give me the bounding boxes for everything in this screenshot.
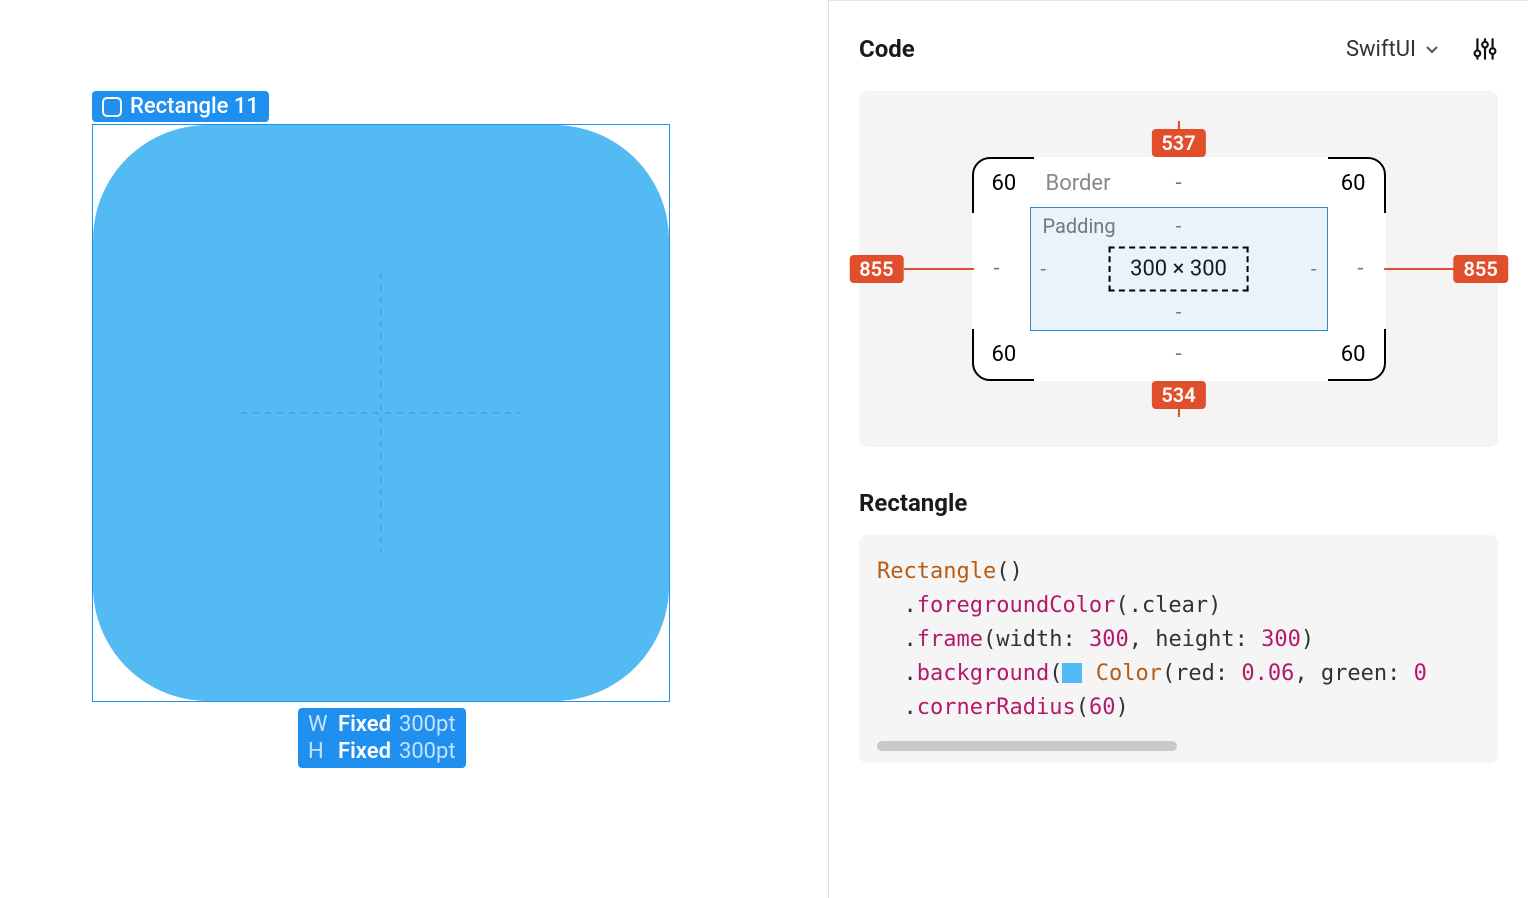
code-token: 0: [1414, 661, 1427, 686]
spacing-line-left: [904, 268, 974, 270]
corner-radius-tl[interactable]: 60: [992, 171, 1017, 196]
border-left-value: -: [994, 257, 1000, 282]
code-token: .: [877, 695, 917, 720]
code-token: (.clear): [1115, 593, 1221, 618]
settings-sliders-icon[interactable]: [1472, 36, 1498, 62]
code-token: 300: [1089, 627, 1129, 652]
padding-bottom: -: [1176, 300, 1182, 324]
box-model-section: Border - - - - 60 60 60 60 Padding - - -…: [859, 91, 1498, 447]
panel-title: Code: [859, 35, 915, 63]
border-label: Border: [1046, 171, 1111, 196]
code-token: (: [1076, 695, 1089, 720]
inspector-panel: Code SwiftUI Border - - - - 60 60: [828, 0, 1528, 898]
code-token: Rectangle: [877, 559, 996, 584]
code-token: (width:: [983, 627, 1089, 652]
spacing-top: 537: [1151, 129, 1205, 157]
code-token: , height:: [1129, 627, 1261, 652]
height-letter: H: [308, 739, 330, 764]
height-value: 300pt: [399, 739, 456, 764]
box-model-diagram[interactable]: Border - - - - 60 60 60 60 Padding - - -…: [972, 157, 1386, 381]
inspector-header: Code SwiftUI: [829, 0, 1528, 91]
code-token: background: [917, 661, 1049, 686]
code-token: Color: [1096, 661, 1162, 686]
selection-name: Rectangle 11: [130, 94, 259, 119]
code-token: cornerRadius: [917, 695, 1076, 720]
code-token: (red:: [1162, 661, 1241, 686]
code-token: .: [877, 627, 917, 652]
border-bottom-value: -: [1175, 342, 1181, 367]
padding-label: Padding: [1043, 214, 1116, 238]
element-size[interactable]: 300 × 300: [1108, 247, 1249, 292]
corner-radius-bl[interactable]: 60: [992, 342, 1017, 367]
element-name-heading: Rectangle: [829, 471, 1528, 535]
width-letter: W: [308, 712, 330, 737]
code-token: ): [1301, 627, 1314, 652]
padding-right: -: [1311, 257, 1317, 281]
selection-label[interactable]: Rectangle 11: [92, 91, 269, 122]
code-token: .: [877, 593, 917, 618]
rectangle-icon: [102, 97, 122, 117]
border-top-value: -: [1175, 171, 1181, 196]
width-value: 300pt: [399, 712, 456, 737]
code-horizontal-scrollbar[interactable]: [877, 741, 1480, 751]
padding-box[interactable]: Padding - - - - 300 × 300: [1030, 207, 1328, 331]
selected-element-frame[interactable]: [92, 124, 670, 702]
padding-top: -: [1176, 214, 1182, 238]
color-swatch-icon: [1062, 663, 1082, 683]
width-mode: Fixed: [338, 712, 391, 737]
code-token: 60: [1089, 695, 1116, 720]
border-right-value: -: [1357, 257, 1363, 282]
code-token: , green:: [1294, 661, 1413, 686]
code-token: (: [1049, 661, 1062, 686]
code-token: foregroundColor: [917, 593, 1116, 618]
spacing-left: 855: [849, 255, 903, 283]
corner-radius-br[interactable]: 60: [1341, 342, 1366, 367]
chevron-down-icon: [1424, 41, 1440, 57]
code-token: .: [877, 661, 917, 686]
code-token: (): [996, 559, 1023, 584]
rectangle-shape[interactable]: [93, 125, 669, 701]
code-block[interactable]: Rectangle() .foregroundColor(.clear) .fr…: [859, 535, 1498, 763]
spacing-line-right: [1384, 268, 1454, 270]
framework-dropdown[interactable]: SwiftUI: [1346, 37, 1440, 62]
corner-radius-tr[interactable]: 60: [1341, 171, 1366, 196]
dimension-badge: W Fixed 300pt H Fixed 300pt: [298, 708, 466, 768]
height-mode: Fixed: [338, 739, 391, 764]
code-token: frame: [917, 627, 983, 652]
code-token: ): [1115, 695, 1128, 720]
spacing-right: 855: [1454, 255, 1508, 283]
scrollbar-thumb[interactable]: [877, 741, 1177, 751]
spacing-bottom: 534: [1151, 381, 1205, 409]
code-token: 300: [1261, 627, 1301, 652]
padding-left: -: [1041, 257, 1047, 281]
canvas-panel[interactable]: Rectangle 11 W Fixed 300pt H Fixed 300pt: [0, 0, 828, 898]
code-token: 0.06: [1241, 661, 1294, 686]
framework-label: SwiftUI: [1346, 37, 1416, 62]
